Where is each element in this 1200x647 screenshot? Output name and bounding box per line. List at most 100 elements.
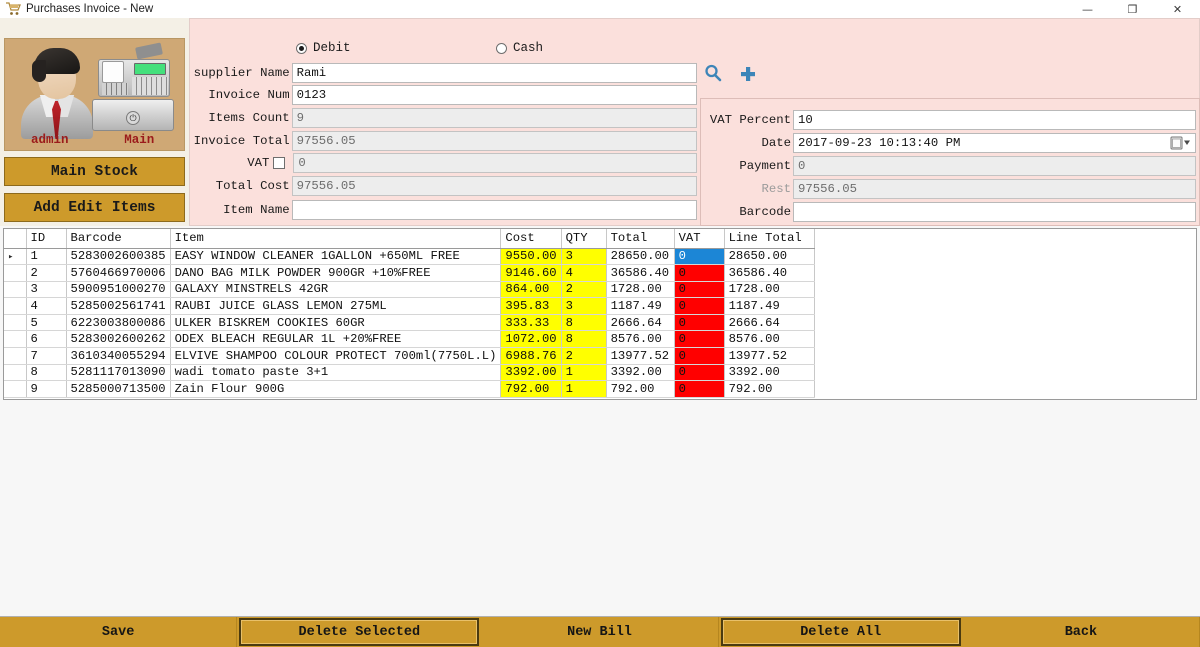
close-button[interactable]: ✕ bbox=[1155, 0, 1200, 18]
cell-total[interactable]: 792.00 bbox=[606, 381, 674, 398]
cell-barcode[interactable]: 5283002600262 bbox=[66, 331, 170, 348]
invoice-num-input[interactable]: 0123 bbox=[292, 85, 697, 105]
cell-vat[interactable]: 0 bbox=[674, 331, 724, 348]
cell-line-total[interactable]: 1187.49 bbox=[724, 298, 814, 315]
cell-id[interactable]: 6 bbox=[26, 331, 66, 348]
column-header-cost[interactable]: Cost bbox=[501, 229, 561, 248]
vat-checkbox[interactable] bbox=[273, 157, 285, 169]
cell-cost[interactable]: 1072.00 bbox=[501, 331, 561, 348]
cell-cost[interactable]: 333.33 bbox=[501, 314, 561, 331]
cell-item[interactable]: RAUBI JUICE GLASS LEMON 275ML bbox=[170, 298, 501, 315]
cell-id[interactable]: 4 bbox=[26, 298, 66, 315]
radio-cash[interactable]: Cash bbox=[496, 41, 543, 55]
cell-barcode[interactable]: 5283002600385 bbox=[66, 248, 170, 265]
row-marker[interactable] bbox=[4, 381, 26, 398]
cell-barcode[interactable]: 3610340055294 bbox=[66, 348, 170, 365]
cell-total[interactable]: 2666.64 bbox=[606, 314, 674, 331]
cell-line-total[interactable]: 2666.64 bbox=[724, 314, 814, 331]
cell-qty[interactable]: 8 bbox=[561, 331, 606, 348]
cell-item[interactable]: ODEX BLEACH REGULAR 1L +20%FREE bbox=[170, 331, 501, 348]
cell-total[interactable]: 8576.00 bbox=[606, 331, 674, 348]
cell-qty[interactable]: 1 bbox=[561, 364, 606, 381]
column-header-id[interactable]: ID bbox=[26, 229, 66, 248]
column-header-vat[interactable]: VAT bbox=[674, 229, 724, 248]
row-marker[interactable] bbox=[4, 364, 26, 381]
cell-id[interactable]: 7 bbox=[26, 348, 66, 365]
cell-cost[interactable]: 6988.76 bbox=[501, 348, 561, 365]
date-input[interactable]: 2017-09-23 10:13:40 PM bbox=[793, 133, 1196, 153]
cell-cost[interactable]: 9550.00 bbox=[501, 248, 561, 265]
cell-total[interactable]: 28650.00 bbox=[606, 248, 674, 265]
column-header-barcode[interactable]: Barcode bbox=[66, 229, 170, 248]
cell-item[interactable]: EASY WINDOW CLEANER 1GALLON +650ML FREE bbox=[170, 248, 501, 265]
table-row[interactable]: 65283002600262ODEX BLEACH REGULAR 1L +20… bbox=[4, 331, 814, 348]
cell-line-total[interactable]: 1728.00 bbox=[724, 281, 814, 298]
cell-item[interactable]: ULKER BISKREM COOKIES 60GR bbox=[170, 314, 501, 331]
cell-vat[interactable]: 0 bbox=[674, 381, 724, 398]
barcode-input[interactable] bbox=[793, 202, 1196, 222]
row-marker[interactable] bbox=[4, 331, 26, 348]
delete-selected-button[interactable]: Delete Selected bbox=[239, 618, 479, 646]
cell-total[interactable]: 1187.49 bbox=[606, 298, 674, 315]
cell-line-total[interactable]: 792.00 bbox=[724, 381, 814, 398]
new-bill-button[interactable]: New Bill bbox=[481, 617, 718, 647]
cell-id[interactable]: 3 bbox=[26, 281, 66, 298]
minimize-button[interactable]: — bbox=[1065, 0, 1110, 18]
row-marker[interactable] bbox=[4, 348, 26, 365]
cell-barcode[interactable]: 6223003800086 bbox=[66, 314, 170, 331]
column-header-total[interactable]: Total bbox=[606, 229, 674, 248]
item-name-input[interactable] bbox=[292, 200, 697, 220]
supplier-name-input[interactable]: Rami bbox=[292, 63, 697, 83]
save-button[interactable]: Save bbox=[0, 617, 237, 647]
table-row[interactable]: 95285000713500Zain Flour 900G792.001792.… bbox=[4, 381, 814, 398]
cell-cost[interactable]: 395.83 bbox=[501, 298, 561, 315]
row-marker[interactable] bbox=[4, 314, 26, 331]
calendar-dropdown-icon[interactable] bbox=[1170, 136, 1192, 153]
cell-id[interactable]: 1 bbox=[26, 248, 66, 265]
cell-vat[interactable]: 0 bbox=[674, 248, 724, 265]
cell-line-total[interactable]: 28650.00 bbox=[724, 248, 814, 265]
cell-item[interactable]: GALAXY MINSTRELS 42GR bbox=[170, 281, 501, 298]
cell-item[interactable]: Zain Flour 900G bbox=[170, 381, 501, 398]
maximize-restore-button[interactable]: ❐ bbox=[1110, 0, 1155, 18]
add-edit-items-button[interactable]: Add Edit Items bbox=[4, 193, 185, 222]
cell-item[interactable]: wadi tomato paste 3+1 bbox=[170, 364, 501, 381]
table-row[interactable]: ▸15283002600385EASY WINDOW CLEANER 1GALL… bbox=[4, 248, 814, 265]
radio-debit[interactable]: Debit bbox=[296, 41, 351, 55]
cell-vat[interactable]: 0 bbox=[674, 281, 724, 298]
cell-total[interactable]: 13977.52 bbox=[606, 348, 674, 365]
cell-barcode[interactable]: 5285000713500 bbox=[66, 381, 170, 398]
cell-cost[interactable]: 9146.60 bbox=[501, 265, 561, 282]
cell-qty[interactable]: 8 bbox=[561, 314, 606, 331]
cell-qty[interactable]: 1 bbox=[561, 381, 606, 398]
table-row[interactable]: 25760466970006DANO BAG MILK POWDER 900GR… bbox=[4, 265, 814, 282]
plus-icon[interactable] bbox=[738, 64, 758, 89]
row-marker[interactable]: ▸ bbox=[4, 248, 26, 265]
cell-item[interactable]: ELVIVE SHAMPOO COLOUR PROTECT 700ml(7750… bbox=[170, 348, 501, 365]
cell-vat[interactable]: 0 bbox=[674, 298, 724, 315]
cell-id[interactable]: 2 bbox=[26, 265, 66, 282]
table-row[interactable]: 56223003800086ULKER BISKREM COOKIES 60GR… bbox=[4, 314, 814, 331]
cell-cost[interactable]: 864.00 bbox=[501, 281, 561, 298]
table-row[interactable]: 45285002561741RAUBI JUICE GLASS LEMON 27… bbox=[4, 298, 814, 315]
cell-qty[interactable]: 3 bbox=[561, 248, 606, 265]
main-stock-button[interactable]: Main Stock bbox=[4, 157, 185, 186]
cell-cost[interactable]: 3392.00 bbox=[501, 364, 561, 381]
cell-cost[interactable]: 792.00 bbox=[501, 381, 561, 398]
cell-line-total[interactable]: 3392.00 bbox=[724, 364, 814, 381]
cell-total[interactable]: 36586.40 bbox=[606, 265, 674, 282]
cell-item[interactable]: DANO BAG MILK POWDER 900GR +10%FREE bbox=[170, 265, 501, 282]
cell-barcode[interactable]: 5900951000270 bbox=[66, 281, 170, 298]
cell-id[interactable]: 8 bbox=[26, 364, 66, 381]
search-icon[interactable] bbox=[703, 63, 723, 88]
row-marker[interactable] bbox=[4, 281, 26, 298]
cell-line-total[interactable]: 8576.00 bbox=[724, 331, 814, 348]
table-row[interactable]: 35900951000270GALAXY MINSTRELS 42GR864.0… bbox=[4, 281, 814, 298]
row-marker[interactable] bbox=[4, 265, 26, 282]
cell-line-total[interactable]: 13977.52 bbox=[724, 348, 814, 365]
cell-qty[interactable]: 2 bbox=[561, 281, 606, 298]
cell-barcode[interactable]: 5285002561741 bbox=[66, 298, 170, 315]
delete-all-button[interactable]: Delete All bbox=[721, 618, 961, 646]
cell-vat[interactable]: 0 bbox=[674, 348, 724, 365]
cell-total[interactable]: 1728.00 bbox=[606, 281, 674, 298]
